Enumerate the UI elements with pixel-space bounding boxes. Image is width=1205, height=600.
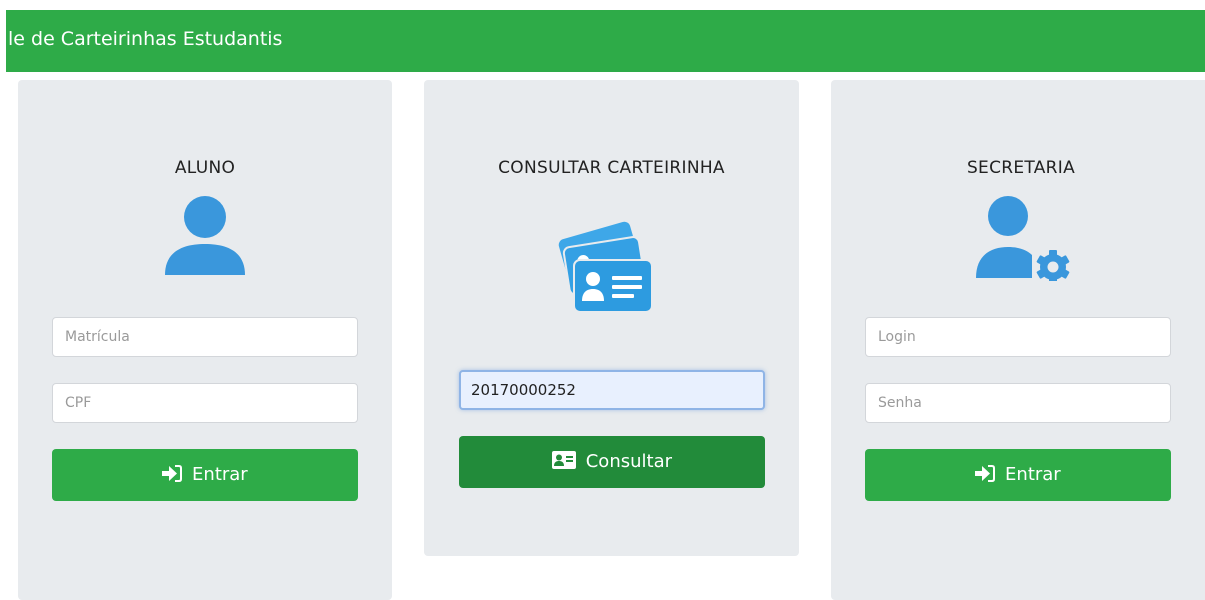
id-cards-icon bbox=[558, 221, 653, 313]
consulta-heading: CONSULTAR CARTEIRINHA bbox=[498, 158, 725, 178]
matricula-input[interactable]: Matrícula bbox=[52, 317, 358, 357]
senha-input[interactable]: Senha bbox=[865, 383, 1171, 423]
aluno-entrar-button[interactable]: Entrar bbox=[52, 449, 358, 501]
user-gear-icon bbox=[976, 196, 1070, 281]
secretaria-entrar-button[interactable]: Entrar bbox=[865, 449, 1171, 501]
user-icon bbox=[165, 196, 245, 275]
consulta-panel: CONSULTAR CARTEIRINHA 20170000252 Consul… bbox=[424, 80, 799, 556]
cpf-input[interactable]: CPF bbox=[52, 383, 358, 423]
matricula-consulta-input[interactable]: 20170000252 bbox=[459, 370, 765, 410]
login-input[interactable]: Login bbox=[865, 317, 1171, 357]
sign-in-icon bbox=[162, 465, 183, 482]
consultar-button[interactable]: Consultar bbox=[459, 436, 765, 488]
consultar-label: Consultar bbox=[585, 451, 672, 472]
aluno-panel: ALUNO Matrícula CPF Entrar bbox=[18, 80, 392, 600]
secretaria-heading: SECRETARIA bbox=[966, 158, 1076, 178]
secretaria-panel: SECRETARIA Login Senha Entrar bbox=[831, 80, 1205, 600]
aluno-heading: ALUNO bbox=[174, 158, 236, 178]
sign-in-icon bbox=[975, 465, 996, 482]
secretaria-entrar-label: Entrar bbox=[1005, 464, 1061, 485]
id-card-icon bbox=[552, 451, 576, 469]
app-title[interactable]: le de Carteirinhas Estudantis bbox=[8, 28, 282, 50]
aluno-entrar-label: Entrar bbox=[192, 464, 248, 485]
top-navbar: le de Carteirinhas Estudantis bbox=[6, 10, 1205, 72]
